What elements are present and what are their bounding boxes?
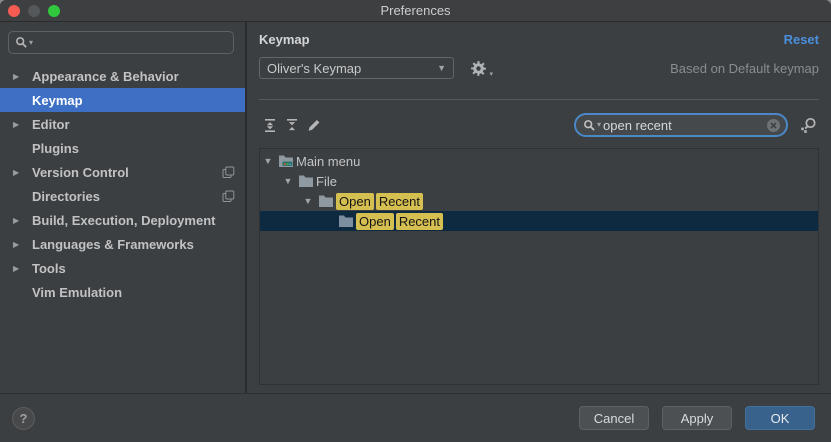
sidebar-item-vim-emulation[interactable]: Vim Emulation [0,280,245,304]
tree-row-file[interactable]: ▼ File [260,171,818,191]
sidebar-item-label: Version Control [32,165,129,180]
cancel-button[interactable]: Cancel [579,406,649,430]
tree-row-open-recent-selected[interactable]: Open Recent [260,211,818,231]
sidebar-item-version-control[interactable]: ▶ Version Control [0,160,245,184]
gear-icon [470,60,487,77]
find-by-shortcut-icon [799,117,818,134]
sidebar-item-tools[interactable]: ▶ Tools [0,256,245,280]
match-highlight: Recent [396,213,443,230]
shortcut-search-input[interactable] [603,118,766,133]
edit-shortcut-button[interactable] [303,114,325,136]
tree-row-main-menu[interactable]: ▼ Main menu [260,151,818,171]
reset-link[interactable]: Reset [784,32,819,47]
tree-row-open-recent-group[interactable]: ▼ Open Recent [260,191,818,211]
page-title: Keymap [259,32,310,47]
sidebar-item-label: Build, Execution, Deployment [32,213,215,228]
project-settings-icon [222,190,235,203]
sidebar-item-label: Plugins [32,141,79,156]
tree-row-label: File [316,174,337,189]
sidebar-item-label: Appearance & Behavior [32,69,179,84]
sidebar-item-label: Languages & Frameworks [32,237,194,252]
keymap-panel: Keymap Reset Oliver's Keymap ▼ ▾ Based o… [247,22,831,393]
keymap-toolbar: ▾ [259,112,819,138]
match-highlight: Recent [376,193,423,210]
based-on-label: Based on Default keymap [670,61,819,76]
chevron-down-icon: ▼ [437,63,446,73]
clear-search-icon[interactable] [766,118,781,133]
search-options-caret-icon[interactable]: ▾ [597,121,601,129]
folder-icon [336,214,356,228]
collapse-all-button[interactable] [281,114,303,136]
expand-all-icon [263,118,277,133]
chevron-right-icon[interactable]: ▶ [13,264,32,273]
sidebar-item-editor[interactable]: ▶ Editor [0,112,245,136]
sidebar-item-label: Tools [32,261,66,276]
collapse-all-icon [285,118,299,133]
chevron-right-icon[interactable]: ▶ [13,72,32,81]
expand-all-button[interactable] [259,114,281,136]
chevron-down-icon[interactable]: ▼ [300,196,316,206]
find-actions-by-shortcut-button[interactable] [797,114,819,136]
ok-button[interactable]: OK [745,406,815,430]
chevron-down-icon[interactable]: ▼ [280,176,296,186]
window-title: Preferences [0,3,831,18]
sidebar-item-languages-frameworks[interactable]: ▶ Languages & Frameworks [0,232,245,256]
main-menu-icon [276,154,296,168]
search-icon [583,119,596,132]
project-settings-icon [222,166,235,179]
pencil-icon [307,118,321,132]
dialog-footer: ? Cancel Apply OK [0,393,831,442]
sidebar-item-keymap[interactable]: Keymap [0,88,245,112]
preferences-dialog: Preferences ▾ ▶ Appearance & Behavior Ke… [0,0,831,442]
folder-icon [296,174,316,188]
match-highlight: Open [356,213,394,230]
settings-search-box[interactable]: ▾ [8,31,234,54]
keymap-scheme-value: Oliver's Keymap [267,61,361,76]
sidebar-item-appearance-behavior[interactable]: ▶ Appearance & Behavior [0,64,245,88]
actions-tree: ▼ Main menu ▼ [259,148,819,385]
match-highlight: Open [336,193,374,210]
sidebar-item-build-execution-deployment[interactable]: ▶ Build, Execution, Deployment [0,208,245,232]
sidebar-item-plugins[interactable]: Plugins [0,136,245,160]
tree-row-label: Main menu [296,154,360,169]
chevron-down-icon[interactable]: ▼ [260,156,276,166]
sidebar-item-label: Directories [32,189,100,204]
titlebar: Preferences [0,0,831,22]
settings-search-input[interactable] [33,35,227,50]
sidebar-item-directories[interactable]: Directories [0,184,245,208]
chevron-right-icon[interactable]: ▶ [13,168,32,177]
chevron-right-icon[interactable]: ▶ [13,216,32,225]
shortcut-search-box[interactable]: ▾ [574,113,788,137]
sidebar-item-label: Editor [32,117,70,132]
keymap-scheme-select[interactable]: Oliver's Keymap ▼ [259,57,454,79]
search-icon [15,36,28,49]
sidebar-item-label: Vim Emulation [32,285,122,300]
keymap-actions-button[interactable]: ▾ [470,60,487,77]
help-button[interactable]: ? [12,407,35,430]
header-separator [259,99,819,100]
chevron-right-icon[interactable]: ▶ [13,120,32,129]
chevron-down-icon: ▾ [489,70,493,78]
settings-sidebar: ▾ ▶ Appearance & Behavior Keymap ▶ Edito… [0,22,247,393]
folder-icon [316,194,336,208]
sidebar-item-label: Keymap [32,93,83,108]
chevron-right-icon[interactable]: ▶ [13,240,32,249]
apply-button[interactable]: Apply [662,406,732,430]
